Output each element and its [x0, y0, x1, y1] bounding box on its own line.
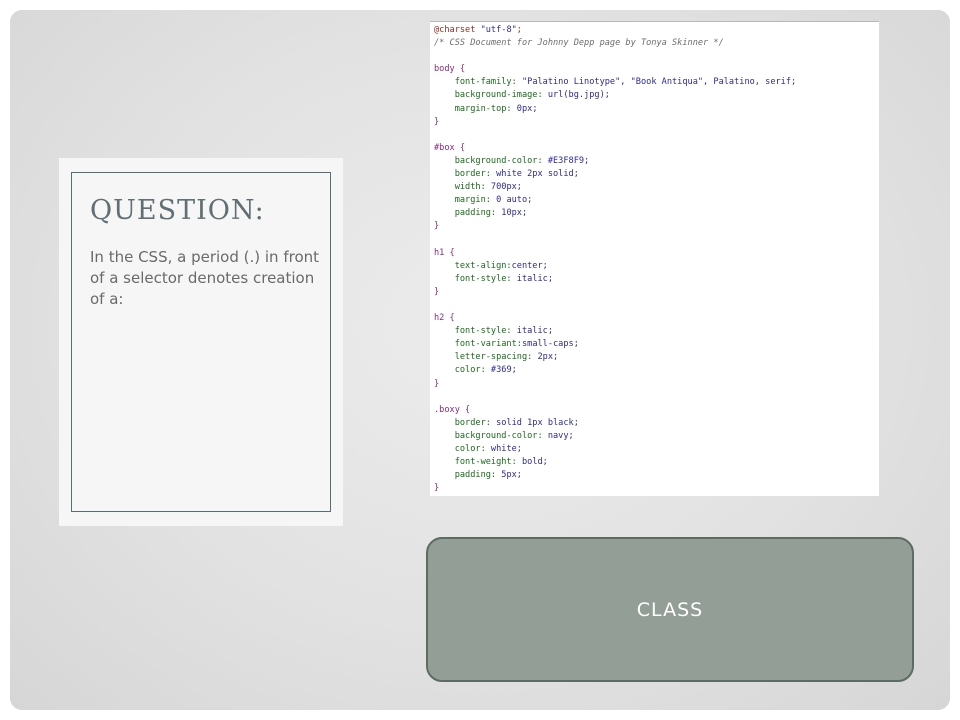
code-line: } — [434, 482, 796, 495]
code-line: background-color: #E3F8F9; — [434, 155, 796, 168]
code-line: h2 { — [434, 312, 796, 325]
code-token: /* CSS Document for Johnny Depp page by … — [434, 38, 724, 49]
code-token: padding: — [434, 208, 502, 219]
code-line: #box { — [434, 142, 796, 155]
code-token: italic; — [516, 273, 554, 284]
code-token: "utf-8" — [480, 25, 517, 35]
code-token: color: — [434, 444, 491, 454]
code-line: border: white 2px solid; — [434, 168, 796, 181]
code-line: width: 700px; — [434, 181, 796, 194]
code-token: "Palatino Linotype", "Book Antiqua", Pal… — [521, 77, 797, 88]
code-line: font-style: italic; — [434, 273, 796, 286]
code-token: #box { — [434, 142, 466, 153]
code-token: } — [434, 378, 440, 389]
code-token: 5px; — [501, 470, 522, 481]
code-line: background-image: url(bg.jpg); — [434, 89, 796, 102]
code-token: 10px; — [501, 208, 528, 219]
code-token: text-align: — [434, 260, 512, 271]
code-token: color: — [434, 365, 491, 376]
code-token: background-image: — [434, 90, 548, 101]
code-token: } — [434, 286, 440, 297]
code-token: font-variant: — [434, 339, 522, 350]
code-token: padding: — [434, 470, 502, 481]
code-line: padding: 10px; — [434, 207, 796, 220]
code-token: font-weight: — [434, 457, 522, 468]
code-token: .boxy { — [434, 404, 471, 415]
code-token: url(bg.jpg); — [547, 90, 610, 101]
code-token: italic; — [516, 326, 554, 337]
code-token: @charset — [434, 25, 481, 35]
code-line: margin-top: 0px; — [434, 103, 796, 116]
code-token: margin: — [434, 195, 497, 206]
code-line: border: solid 1px black; — [434, 417, 796, 430]
code-token: #369; — [490, 365, 517, 376]
code-line: .boxy { — [434, 404, 796, 417]
code-line: font-family: "Palatino Linotype", "Book … — [434, 76, 797, 89]
code-token: background-color: — [434, 430, 548, 441]
code-token: 700px; — [490, 182, 522, 193]
code-token: #E3F8F9; — [547, 155, 590, 166]
code-token: letter-spacing: — [434, 352, 538, 363]
answer-button[interactable]: CLASS — [426, 537, 914, 682]
code-token: width: — [434, 182, 491, 193]
code-token: } — [434, 116, 440, 127]
code-line: } — [434, 220, 796, 233]
code-line: } — [434, 378, 796, 391]
code-token: background-color: — [434, 155, 548, 166]
code-line: margin: 0 auto; — [434, 194, 796, 207]
code-token: font-family: — [434, 77, 522, 88]
css-code-block: @charset "utf-8";/* CSS Document for Joh… — [434, 24, 796, 495]
code-line: h1 { — [434, 247, 796, 260]
code-token: body { — [434, 64, 466, 75]
code-token: margin-top: — [434, 103, 517, 114]
code-line: background-color: navy; — [434, 430, 796, 443]
code-token: font-style: — [434, 273, 517, 284]
code-line: @charset "utf-8"; — [434, 24, 796, 37]
code-token: h1 { — [434, 247, 455, 258]
css-code-screenshot: @charset "utf-8";/* CSS Document for Joh… — [430, 21, 879, 496]
code-token: font-style: — [434, 326, 517, 337]
code-token: 2px; — [537, 352, 559, 363]
code-token: white; — [490, 444, 522, 454]
code-line: color: white; — [434, 443, 796, 456]
code-line: font-variant:small-caps; — [434, 338, 796, 351]
code-token: } — [434, 483, 440, 494]
code-token: 0px; — [516, 103, 538, 114]
code-token: bold; — [521, 457, 548, 468]
code-token: solid 1px black; — [496, 417, 579, 428]
question-text: In the CSS, a period (.) in front of a s… — [90, 248, 320, 308]
slide: QUESTION: In the CSS, a period (.) in fr… — [10, 10, 950, 710]
question-card: QUESTION: In the CSS, a period (.) in fr… — [59, 158, 343, 526]
code-token: border: — [434, 169, 497, 180]
code-token: small-caps; — [521, 339, 579, 350]
code-line: font-style: italic; — [434, 325, 796, 338]
code-line: font-weight: bold; — [434, 456, 796, 469]
code-line: letter-spacing: 2px; — [434, 351, 796, 364]
code-line: } — [434, 116, 796, 129]
code-token: h2 { — [434, 313, 455, 324]
code-token: white 2px solid; — [496, 169, 579, 180]
code-line: padding: 5px; — [434, 469, 796, 482]
code-line: /* CSS Document for Johnny Depp page by … — [434, 37, 796, 50]
code-line: } — [434, 286, 796, 299]
code-token: } — [434, 221, 440, 232]
code-line: text-align:center; — [434, 260, 796, 273]
question-frame: QUESTION: In the CSS, a period (.) in fr… — [71, 172, 331, 512]
code-line: color: #369; — [434, 364, 796, 377]
answer-label: CLASS — [636, 598, 704, 621]
question-title: QUESTION: — [90, 195, 265, 226]
code-token: center; — [511, 260, 548, 271]
code-token: 0 auto; — [496, 195, 533, 206]
code-token: navy; — [547, 430, 574, 441]
code-token: ; — [516, 25, 522, 35]
code-token: border: — [434, 417, 497, 428]
code-line: body { — [434, 63, 796, 76]
